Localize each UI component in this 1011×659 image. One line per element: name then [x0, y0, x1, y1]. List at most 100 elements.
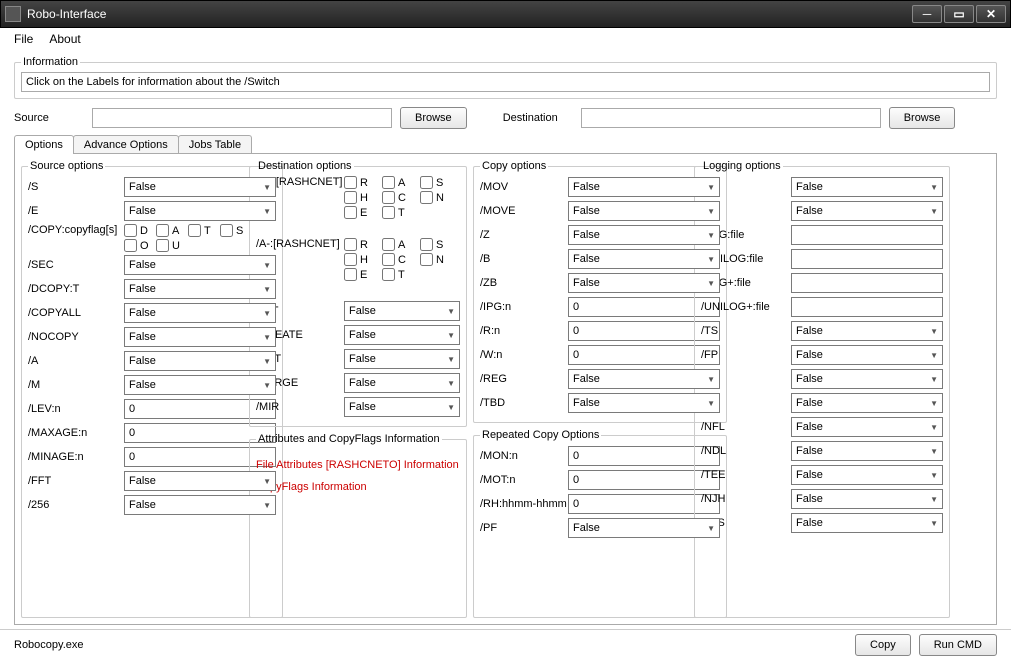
close-button[interactable]: ✕ — [976, 5, 1006, 23]
minimize-button[interactable]: ─ — [912, 5, 942, 23]
aplus-check-s[interactable]: S — [420, 176, 454, 189]
lbl-z[interactable]: /Z — [480, 229, 568, 241]
menu-about[interactable]: About — [49, 32, 80, 46]
copyflag-check-s[interactable]: S — [220, 224, 248, 237]
combo-tbd[interactable]: False — [568, 393, 720, 413]
aplus-check-r[interactable]: R — [344, 176, 378, 189]
copyflag-checkbox-u[interactable] — [156, 239, 169, 252]
combo-sec[interactable]: False — [124, 255, 276, 275]
copyflag-checkbox-s[interactable] — [220, 224, 233, 237]
aminus-check-n[interactable]: N — [420, 253, 454, 266]
lbl-mon[interactable]: /MON:n — [480, 450, 568, 462]
lbl-s[interactable]: /S — [28, 181, 124, 193]
lbl-sec[interactable]: /SEC — [28, 259, 124, 271]
source-input[interactable] — [92, 108, 392, 128]
copyflag-check-o[interactable]: O — [124, 239, 152, 252]
copyflag-check-a[interactable]: A — [156, 224, 184, 237]
combo-tee[interactable]: False — [791, 465, 943, 485]
aminus-checkbox-t[interactable] — [382, 268, 395, 281]
aminus-checkbox-s[interactable] — [420, 238, 433, 251]
tab-jobs-table[interactable]: Jobs Table — [178, 135, 252, 154]
combo-m[interactable]: False — [124, 375, 276, 395]
lbl-lev[interactable]: /LEV:n — [28, 403, 124, 415]
copyflag-check-u[interactable]: U — [156, 239, 184, 252]
lbl-fp[interactable]: /FP — [701, 349, 791, 361]
input-unilogp[interactable] — [791, 297, 943, 317]
aplus-check-h[interactable]: H — [344, 191, 378, 204]
combo-mov[interactable]: False — [568, 177, 720, 197]
aminus-checkbox-r[interactable] — [344, 238, 357, 251]
aminus-checkbox-a[interactable] — [382, 238, 395, 251]
aminus-check-e[interactable]: E — [344, 268, 378, 281]
destination-browse-button[interactable]: Browse — [889, 107, 956, 129]
aminus-check-t[interactable]: T — [382, 268, 416, 281]
file-attributes-link[interactable]: File Attributes [RASHCNETO] Information — [256, 459, 460, 471]
aminus-checkbox-n[interactable] — [420, 253, 433, 266]
copyflag-checkbox-d[interactable] — [124, 224, 137, 237]
destination-input[interactable] — [581, 108, 881, 128]
combo-move[interactable]: False — [568, 201, 720, 221]
combo-256[interactable]: False — [124, 495, 276, 515]
combo-create[interactable]: False — [344, 325, 460, 345]
lbl-mir[interactable]: /MIR — [256, 401, 344, 413]
combo-a[interactable]: False — [124, 351, 276, 371]
lbl-move[interactable]: /MOVE — [480, 205, 568, 217]
aminus-check-h[interactable]: H — [344, 253, 378, 266]
lbl-ipg[interactable]: /IPG:n — [480, 301, 568, 313]
aplus-check-t[interactable]: T — [382, 206, 416, 219]
aminus-checkbox-h[interactable] — [344, 253, 357, 266]
lbl-nocopy[interactable]: /NOCOPY — [28, 331, 124, 343]
aminus-checkbox-e[interactable] — [344, 268, 357, 281]
copyflag-checkbox-o[interactable] — [124, 239, 137, 252]
aplus-checkbox-t[interactable] — [382, 206, 395, 219]
aplus-checkbox-r[interactable] — [344, 176, 357, 189]
lbl-w[interactable]: /W:n — [480, 349, 568, 361]
lbl-m[interactable]: /M — [28, 379, 124, 391]
aplus-checkbox-e[interactable] — [344, 206, 357, 219]
tab-advance-options[interactable]: Advance Options — [73, 135, 179, 154]
aplus-check-c[interactable]: C — [382, 191, 416, 204]
aplus-check-n[interactable]: N — [420, 191, 454, 204]
lbl-pf[interactable]: /PF — [480, 522, 568, 534]
lbl-reg[interactable]: /REG — [480, 373, 568, 385]
lbl-copyall[interactable]: /COPYALL — [28, 307, 124, 319]
combo-pf[interactable]: False — [568, 518, 720, 538]
aplus-checkbox-a[interactable] — [382, 176, 395, 189]
combo-zb[interactable]: False — [568, 273, 720, 293]
combo-ndl[interactable]: False — [791, 441, 943, 461]
aplus-checkbox-s[interactable] — [420, 176, 433, 189]
lbl-dcopy[interactable]: /DCOPY:T — [28, 283, 124, 295]
tab-options[interactable]: Options — [14, 135, 74, 154]
aplus-check-e[interactable]: E — [344, 206, 378, 219]
lbl-rh[interactable]: /RH:hhmm-hhmm — [480, 498, 568, 510]
copyflags-link[interactable]: CopyFlags Information — [256, 481, 460, 493]
lbl-nfl[interactable]: /NFL — [701, 421, 791, 433]
aplus-checkbox-n[interactable] — [420, 191, 433, 204]
copyflag-checkbox-t[interactable] — [188, 224, 201, 237]
source-browse-button[interactable]: Browse — [400, 107, 467, 129]
combo-reg[interactable]: False — [568, 369, 720, 389]
lbl-copy[interactable]: /COPY:copyflag[s] — [28, 224, 124, 236]
combo-nfl[interactable]: False — [791, 417, 943, 437]
input-log[interactable] — [791, 225, 943, 245]
copyflag-check-t[interactable]: T — [188, 224, 216, 237]
combo-ns[interactable]: False — [791, 369, 943, 389]
combo-fp[interactable]: False — [791, 345, 943, 365]
lbl-ndl[interactable]: /NDL — [701, 445, 791, 457]
aplus-checkbox-h[interactable] — [344, 191, 357, 204]
aminus-check-a[interactable]: A — [382, 238, 416, 251]
combo-fat[interactable]: False — [344, 301, 460, 321]
combo-e[interactable]: False — [124, 201, 276, 221]
combo-ts[interactable]: False — [791, 321, 943, 341]
lbl-unilogp[interactable]: /UNILOG+:file — [701, 301, 791, 313]
aplus-check-a[interactable]: A — [382, 176, 416, 189]
combo-mir[interactable]: False — [344, 397, 460, 417]
combo-fft[interactable]: False — [124, 471, 276, 491]
lbl-zb[interactable]: /ZB — [480, 277, 568, 289]
aminus-checkbox-c[interactable] — [382, 253, 395, 266]
combo-z[interactable]: False — [568, 225, 720, 245]
combo-s[interactable]: False — [124, 177, 276, 197]
copy-button[interactable]: Copy — [855, 634, 911, 656]
aplus-checkbox-c[interactable] — [382, 191, 395, 204]
lbl-e[interactable]: /E — [28, 205, 124, 217]
